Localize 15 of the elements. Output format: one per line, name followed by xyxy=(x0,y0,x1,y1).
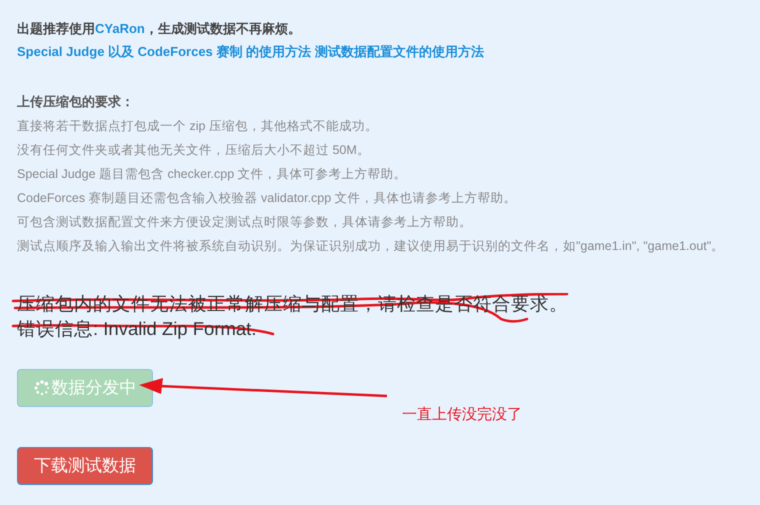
requirements-heading: 上传压缩包的要求： xyxy=(17,93,134,111)
spinner-icon xyxy=(34,380,50,396)
cyaron-link[interactable]: CYaRon xyxy=(95,21,145,36)
download-button[interactable]: 下载测试数据 xyxy=(17,447,153,485)
help-link[interactable]: 测试数据配置文件的使用方法 xyxy=(315,43,484,61)
intro-text: 出题推荐使用CYaRon，生成测试数据不再麻烦。 xyxy=(17,20,301,38)
requirement-text: Special Judge 题目需包含 checker.cpp 文件，具体可参考上方帮助。 xyxy=(17,166,407,183)
upload-button[interactable]: 数据分发中 xyxy=(17,369,153,407)
annotation-text: 一直上传没完没了 xyxy=(402,405,522,425)
help-link[interactable]: Special Judge 以及 CodeForces 赛制 的使用方法 xyxy=(17,43,311,61)
requirement-text: 可包含测试数据配置文件来方便设定测试点时限等参数，具体请参考上方帮助。 xyxy=(17,214,472,231)
requirement-text: CodeForces 赛制题目还需包含输入校验器 validator.cpp 文件，具体也请参考上方帮助。 xyxy=(17,190,517,207)
requirement-text: 测试点顺序及输入输出文件将被系统自动识别。为保证识别成功，建议使用易于识别的文件名，如"game1.in", "game1.out"。 xyxy=(17,238,724,255)
requirement-text: 没有任何文件夹或者其他无关文件，压缩后大小不超过 50M。 xyxy=(17,142,370,159)
requirement-text: 直接将若干数据点打包成一个 zip 压缩包，其他格式不能成功。 xyxy=(17,118,378,135)
